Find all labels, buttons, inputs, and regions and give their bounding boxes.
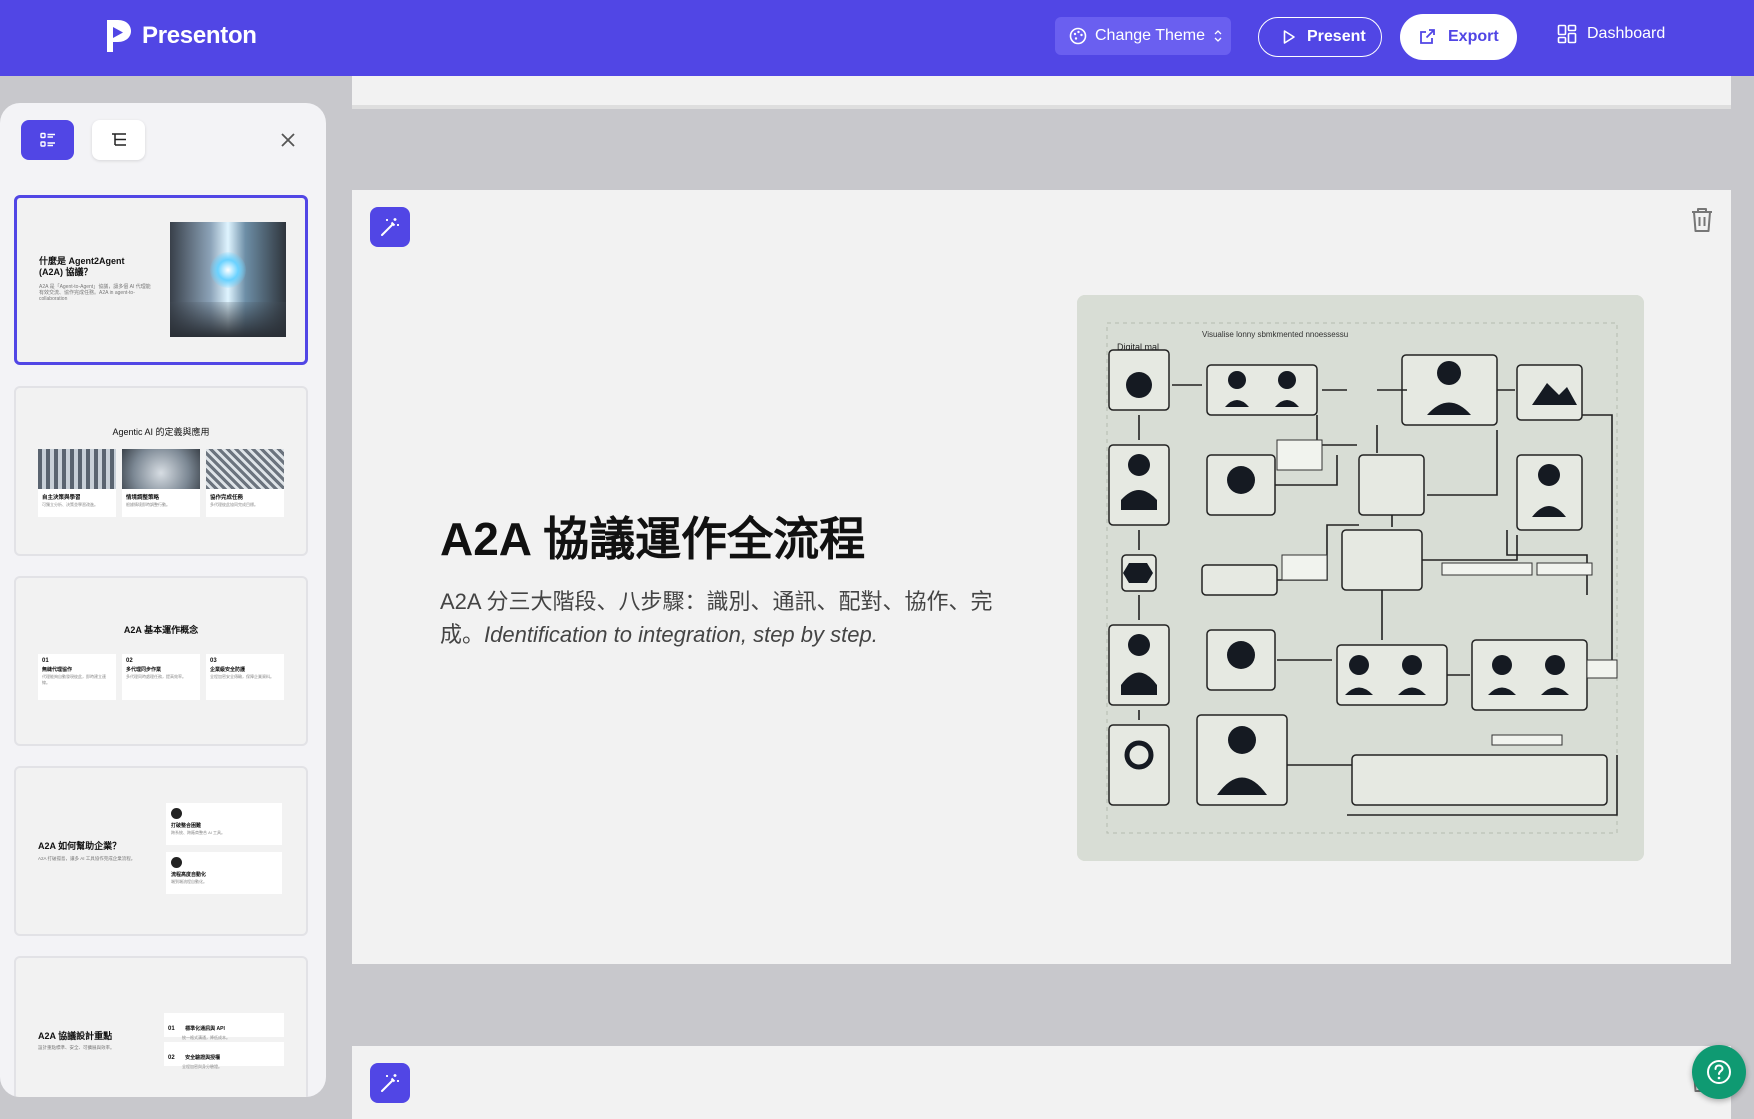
thumb-card-icon [171,808,182,819]
list-view-button[interactable] [21,120,74,160]
thumb-card-label: 情境調整策略 [126,495,160,501]
thumb-card-number: 02 [168,1055,175,1061]
thumb-title: Agentic AI 的定義與應用 [112,427,210,437]
present-button[interactable]: Present [1258,17,1382,57]
thumb-card: 流程高度自動化 端到端流程自動化。 [166,852,282,894]
thumb-title: 什麼是 Agent2Agent (A2A) 協議？ [39,256,125,277]
thumb-body: 設計重點標準、安全、可擴展與效率。 [38,1045,115,1050]
top-bar: Presenton Change Theme Present Export Da… [0,0,1754,76]
help-button[interactable] [1692,1045,1746,1099]
thumb-card-text: 代理能夠自動發現彼此，即時建立連線。 [42,674,106,685]
thumb-card: 自主決策與學習 可獨立分析、決策並學習改進。 [38,449,116,517]
export-label: Export [1448,28,1499,45]
thumb-card-label: 自主決策與學習 [42,495,81,501]
thumb-card-icon [171,857,182,868]
thumb-card: 03 企業級安全防護 全程加密安全傳輸，保障企業資料。 [206,654,284,700]
slide-image-flow-diagram[interactable]: Digital mal Visualise lonny sbmkmented n… [1077,295,1644,861]
outline-view-button[interactable] [92,120,145,160]
thumb-card-text: 統一格式溝通，降低成本。 [182,1035,230,1040]
thumb-card: 打破整合困難 跨系統、跨廠商整合 AI 工具。 [166,803,282,845]
thumb-card-label: 無縫代理協作 [42,667,73,673]
dashboard-button[interactable]: Dashboard [1557,24,1665,44]
slide-thumbnail-2[interactable]: Agentic AI 的定義與應用 自主決策與學習 可獨立分析、決策並學習改進。… [14,386,308,556]
presenton-logo-icon [107,20,131,52]
thumb-card-label: 多代理同步作業 [126,667,162,673]
thumb-card-text: 跨系統、跨廠商整合 AI 工具。 [171,830,226,835]
outline-view-icon [111,133,126,146]
trash-icon[interactable] [1689,206,1715,234]
brand-name: Presenton [142,22,257,49]
change-theme-button[interactable]: Change Theme [1055,17,1231,55]
thumb-card-text: 可獨立分析、決策並學習改進。 [42,502,98,507]
diagram-caption: Visualise lonny sbmkmented nnoessessu [1202,330,1348,339]
close-icon[interactable] [278,130,298,150]
ai-edit-button-next[interactable] [370,1063,410,1103]
slides-sidebar: 什麼是 Agent2Agent (A2A) 協議？ A2A 是「Agent-to… [0,103,326,1097]
thumb-card-text: 全程加密安全傳輸，保障企業資料。 [210,674,274,679]
thumb-card-text: 端到端流程自動化。 [171,879,207,884]
slide-body[interactable]: A2A 分三大階段、八步驟：識別、通訊、配對、協作、完成。Identificat… [440,585,1010,651]
ai-edit-button[interactable] [370,207,410,247]
slide-thumbnail-1[interactable]: 什麼是 Agent2Agent (A2A) 協議？ A2A 是「Agent-to… [14,195,308,365]
thumb-card-number: 01 [168,1026,175,1032]
thumb-card: 01 無縫代理協作 代理能夠自動發現彼此，即時建立連線。 [38,654,116,700]
thumb-card-label: 標準化通訊與 API [185,1026,225,1032]
present-label: Present [1307,28,1366,45]
slide-thumbnail-3[interactable]: A2A 基本運作概念 01 無縫代理協作 代理能夠自動發現彼此，即時建立連線。 … [14,576,308,746]
previous-slide-edge [352,76,1731,109]
thumb-card-number: 02 [126,658,133,664]
thumb-card-label: 協作完成任務 [210,495,244,501]
thumb-card-number: 01 [42,658,49,664]
thumb-card-number: 03 [210,658,217,664]
thumb-body: A2A 是「Agent-to-Agent」協議，讓多個 AI 代理能有效交流、協… [39,284,151,302]
thumb-card-text: 根據情境即時調整行動。 [126,502,170,507]
change-theme-label: Change Theme [1095,27,1205,44]
export-button[interactable]: Export [1400,14,1517,60]
thumb-title: A2A 協議設計重點 [38,1031,113,1041]
slide-body-en: Identification to integration, step by s… [484,622,878,647]
magic-wand-icon [381,218,399,236]
thumb-body: A2A 打破孤島，讓多 AI 工具協作完成企業流程。 [38,856,136,861]
thumb-card: 情境調整策略 根據情境即時調整行動。 [122,449,200,517]
help-icon [1707,1060,1731,1084]
magic-wand-icon [381,1074,399,1092]
thumb-card-label: 企業級安全防護 [210,667,246,673]
thumb-card-label: 流程高度自動化 [171,872,207,878]
external-link-icon [1420,29,1435,44]
slide-current: A2A 協議運作全流程 A2A 分三大階段、八步驟：識別、通訊、配對、協作、完成… [352,190,1731,964]
slide-title[interactable]: A2A 協議運作全流程 [440,503,865,569]
slide-thumbnail-4[interactable]: A2A 如何幫助企業？ A2A 打破孤島，讓多 AI 工具協作完成企業流程。 打… [14,766,308,936]
slide-thumbnail-5[interactable]: A2A 協議設計重點 設計重點標準、安全、可擴展與效率。 01 標準化通訊與 A… [14,956,308,1097]
thumb-card: 01 標準化通訊與 API 統一格式溝通，降低成本。 [164,1013,284,1040]
thumb-card-text: 多代理同時處理任務，提高效率。 [126,674,186,679]
dashboard-icon [1557,24,1577,44]
thumb-card: 協作完成任務 多代理彼此協同完成目標。 [206,449,284,517]
slide-next [352,1046,1731,1119]
chevron-up-down-icon [1214,30,1222,42]
dashboard-label: Dashboard [1587,25,1666,42]
thumb-card: 02 多代理同步作業 多代理同時處理任務，提高效率。 [122,654,200,700]
brand[interactable]: Presenton [104,18,257,54]
thumb-card-label: 安全驗證與授權 [185,1055,221,1061]
thumb-title: A2A 基本運作概念 [123,625,199,635]
thumb-card-text: 全程加密與身分驗證。 [182,1064,222,1069]
thumb-card-text: 多代理彼此協同完成目標。 [210,502,258,507]
list-view-icon [39,132,55,147]
thumb-card: 02 安全驗證與授權 全程加密與身分驗證。 [164,1042,284,1069]
flow-diagram-illustration: Digital mal Visualise lonny sbmkmented n… [1077,295,1644,861]
thumb-image [170,222,286,337]
palette-icon [1069,27,1087,45]
play-icon [1283,30,1295,44]
thumb-card-label: 打破整合困難 [171,823,202,829]
thumb-title: A2A 如何幫助企業？ [38,841,122,851]
